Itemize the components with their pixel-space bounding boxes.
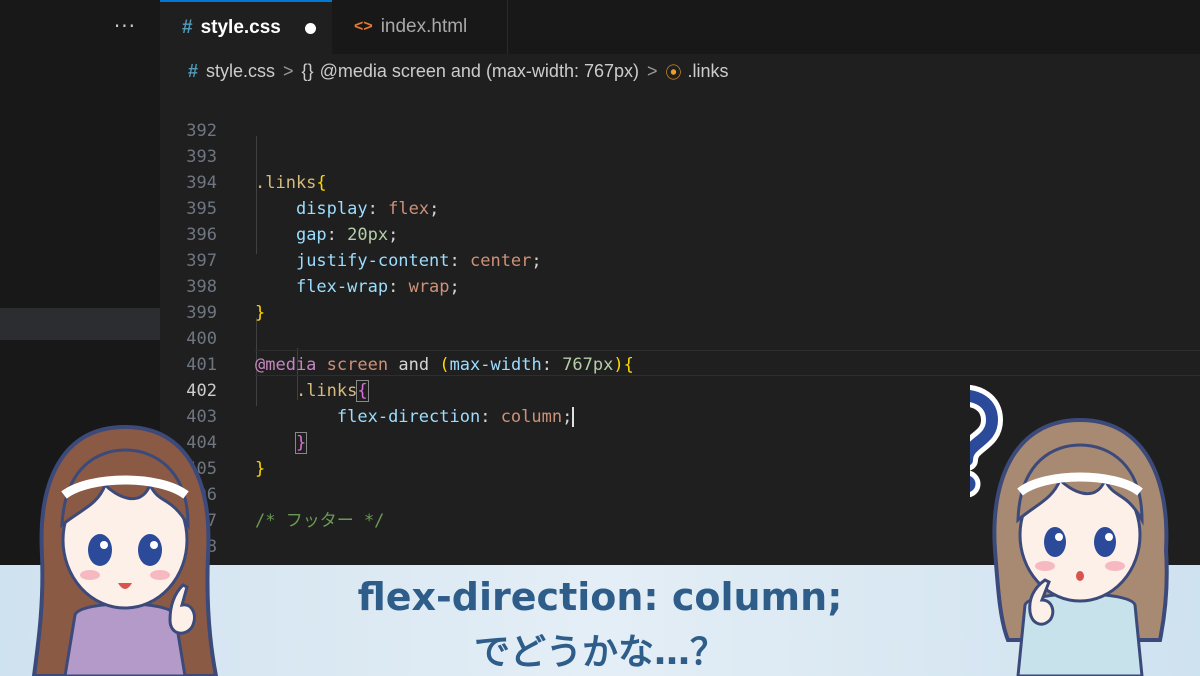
css-file-icon: # (188, 60, 199, 81)
breadcrumb: # style.css > {} @media screen and (max-… (160, 54, 1200, 88)
code-line: 393 .links{ (160, 118, 1200, 193)
unsaved-dot-icon[interactable] (304, 22, 316, 34)
code-line: 395 gap: 20px; (160, 170, 1200, 245)
breadcrumb-media[interactable]: @media screen and (max-width: 767px) (320, 61, 639, 82)
tab-label: style.css (200, 17, 281, 38)
tab-style-css[interactable]: # style.css (160, 0, 332, 54)
selector-symbol-icon: ⦿ (665, 65, 682, 82)
editor-tab-bar: # style.css <> index.html (160, 0, 1200, 55)
question-mark-icon (970, 385, 1004, 498)
code-line-current: 402 flex-direction: column; (160, 352, 1200, 427)
sidebar-selected-row[interactable] (0, 308, 160, 340)
code-line: 397 flex-wrap: wrap; (160, 222, 1200, 297)
code-line: 392 (160, 92, 1200, 141)
tab-index-html[interactable]: <> index.html (332, 0, 508, 54)
code-line: 399 (160, 274, 1200, 323)
code-line: 401 .links{ (160, 326, 1200, 402)
tab-label: index.html (380, 16, 468, 37)
css-file-icon: # (182, 17, 193, 38)
chevron-right-icon: > (283, 60, 294, 81)
breadcrumb-selector[interactable]: .links (688, 61, 729, 82)
code-line: 398 } (160, 248, 1200, 323)
more-actions-icon[interactable]: ··· (114, 14, 136, 38)
left-character-illustration (31, 424, 219, 676)
code-line: 396 justify-content: center; (160, 196, 1200, 271)
right-character-illustration (970, 385, 1169, 676)
breadcrumb-file[interactable]: style.css (206, 61, 275, 82)
braces-icon: {} (301, 60, 314, 81)
html-file-icon: <> (354, 18, 373, 35)
code-line: 400 @media screen and (max-width: 767px)… (160, 300, 1200, 375)
code-line: 394 display: flex; (160, 144, 1200, 219)
chevron-right-icon: > (647, 60, 658, 81)
